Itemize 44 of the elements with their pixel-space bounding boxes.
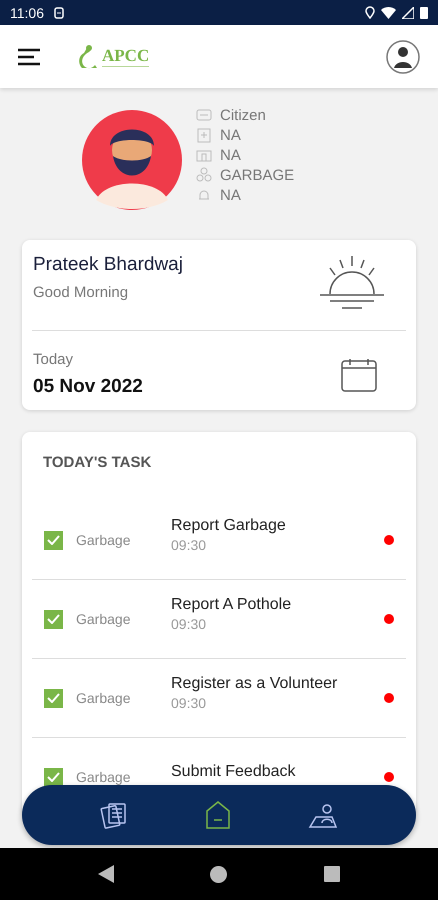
wifi-icon xyxy=(381,6,396,18)
task-checkbox[interactable] xyxy=(44,610,63,628)
home-icon xyxy=(204,800,231,830)
signal-icon xyxy=(402,6,414,18)
menu-icon[interactable] xyxy=(18,48,40,66)
task-checkbox[interactable] xyxy=(44,688,63,708)
bell-icon xyxy=(196,188,212,202)
profile-detail: NA xyxy=(220,126,241,144)
task-category: Garbage xyxy=(76,769,132,785)
id-card-icon xyxy=(196,108,212,122)
task-category: Garbage xyxy=(76,532,132,548)
tasks-heading: TODAY'S TASK xyxy=(42,454,152,473)
task-time: 09:30 xyxy=(171,616,208,632)
profile-detail: Citizen xyxy=(220,106,266,124)
status-time: 11:06 xyxy=(10,4,44,20)
battery-icon xyxy=(420,6,428,19)
people-icon xyxy=(196,167,212,183)
task-title: Submit Feedback xyxy=(171,763,297,781)
task-checkbox[interactable] xyxy=(44,768,63,786)
profile-avatar-icon[interactable] xyxy=(386,40,420,74)
logo-text: APCC xyxy=(102,46,150,67)
user-name: Prateek Bhardwaj xyxy=(33,254,183,276)
profile-detail: NA xyxy=(220,186,241,204)
sunrise-icon xyxy=(318,254,386,312)
task-title: Report Garbage xyxy=(171,517,287,535)
building-icon xyxy=(196,127,212,143)
task-title: Register as a Volunteer xyxy=(171,675,338,693)
profile-detail: GARBAGE xyxy=(220,166,294,184)
sim-icon xyxy=(54,6,64,18)
calendar-icon xyxy=(340,356,378,392)
profile-detail: NA xyxy=(220,146,241,164)
documents-icon xyxy=(100,801,128,829)
task-time: 09:30 xyxy=(171,537,208,553)
greeting-text: Good Morning xyxy=(33,284,130,301)
task-category: Garbage xyxy=(76,611,132,627)
logo-icon xyxy=(78,44,98,70)
location-icon xyxy=(365,6,375,19)
task-checkbox[interactable] xyxy=(44,530,63,550)
date-text: 05 Nov 2022 xyxy=(33,376,143,398)
task-title: Report A Pothole xyxy=(171,596,292,614)
office-icon xyxy=(196,148,212,162)
date-label: Today xyxy=(33,351,74,368)
task-category: Garbage xyxy=(76,690,132,706)
task-time: 09:30 xyxy=(171,695,208,711)
